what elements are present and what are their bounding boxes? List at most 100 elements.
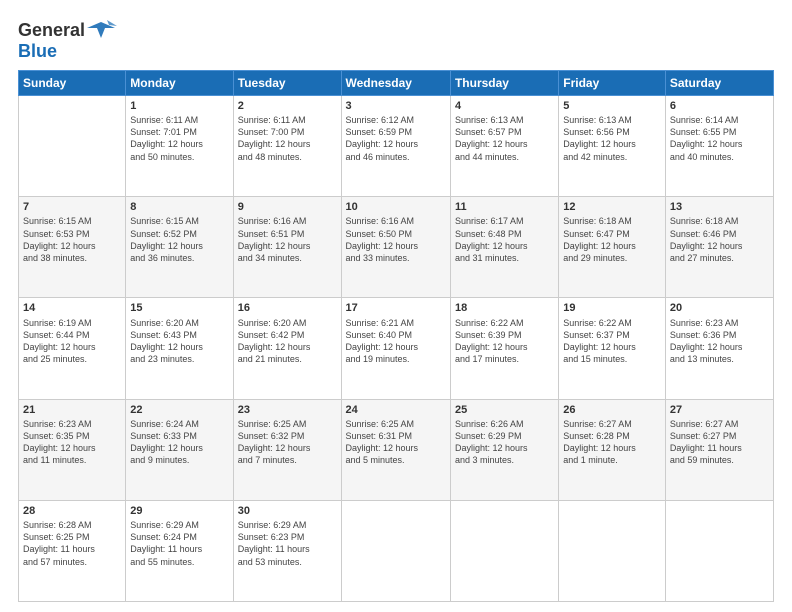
header: General Blue bbox=[18, 18, 774, 62]
calendar-cell: 27Sunrise: 6:27 AMSunset: 6:27 PMDayligh… bbox=[665, 399, 773, 500]
day-info: Sunrise: 6:25 AMSunset: 6:32 PMDaylight:… bbox=[238, 418, 337, 467]
day-info: Sunrise: 6:18 AMSunset: 6:46 PMDaylight:… bbox=[670, 215, 769, 264]
calendar-cell: 21Sunrise: 6:23 AMSunset: 6:35 PMDayligh… bbox=[19, 399, 126, 500]
calendar-cell: 29Sunrise: 6:29 AMSunset: 6:24 PMDayligh… bbox=[126, 500, 233, 601]
calendar-cell: 4Sunrise: 6:13 AMSunset: 6:57 PMDaylight… bbox=[450, 95, 558, 196]
weekday-header-tuesday: Tuesday bbox=[233, 70, 341, 95]
day-info: Sunrise: 6:24 AMSunset: 6:33 PMDaylight:… bbox=[130, 418, 228, 467]
weekday-header-monday: Monday bbox=[126, 70, 233, 95]
day-info: Sunrise: 6:12 AMSunset: 6:59 PMDaylight:… bbox=[346, 114, 446, 163]
calendar-cell: 30Sunrise: 6:29 AMSunset: 6:23 PMDayligh… bbox=[233, 500, 341, 601]
weekday-header-row: SundayMondayTuesdayWednesdayThursdayFrid… bbox=[19, 70, 774, 95]
day-info: Sunrise: 6:14 AMSunset: 6:55 PMDaylight:… bbox=[670, 114, 769, 163]
day-number: 30 bbox=[238, 504, 337, 519]
day-number: 10 bbox=[346, 200, 446, 215]
day-info: Sunrise: 6:26 AMSunset: 6:29 PMDaylight:… bbox=[455, 418, 554, 467]
day-info: Sunrise: 6:19 AMSunset: 6:44 PMDaylight:… bbox=[23, 317, 121, 366]
day-info: Sunrise: 6:11 AMSunset: 7:00 PMDaylight:… bbox=[238, 114, 337, 163]
calendar-cell bbox=[665, 500, 773, 601]
day-number: 9 bbox=[238, 200, 337, 215]
weekday-header-friday: Friday bbox=[559, 70, 666, 95]
day-info: Sunrise: 6:20 AMSunset: 6:42 PMDaylight:… bbox=[238, 317, 337, 366]
calendar-cell: 15Sunrise: 6:20 AMSunset: 6:43 PMDayligh… bbox=[126, 298, 233, 399]
day-info: Sunrise: 6:23 AMSunset: 6:35 PMDaylight:… bbox=[23, 418, 121, 467]
day-number: 3 bbox=[346, 99, 446, 114]
day-info: Sunrise: 6:13 AMSunset: 6:57 PMDaylight:… bbox=[455, 114, 554, 163]
day-number: 13 bbox=[670, 200, 769, 215]
day-number: 1 bbox=[130, 99, 228, 114]
day-info: Sunrise: 6:15 AMSunset: 6:52 PMDaylight:… bbox=[130, 215, 228, 264]
weekday-header-wednesday: Wednesday bbox=[341, 70, 450, 95]
day-number: 6 bbox=[670, 99, 769, 114]
day-number: 4 bbox=[455, 99, 554, 114]
day-info: Sunrise: 6:17 AMSunset: 6:48 PMDaylight:… bbox=[455, 215, 554, 264]
day-info: Sunrise: 6:25 AMSunset: 6:31 PMDaylight:… bbox=[346, 418, 446, 467]
day-info: Sunrise: 6:11 AMSunset: 7:01 PMDaylight:… bbox=[130, 114, 228, 163]
day-number: 20 bbox=[670, 301, 769, 316]
day-info: Sunrise: 6:29 AMSunset: 6:23 PMDaylight:… bbox=[238, 519, 337, 568]
day-number: 8 bbox=[130, 200, 228, 215]
calendar-cell bbox=[559, 500, 666, 601]
day-number: 15 bbox=[130, 301, 228, 316]
day-info: Sunrise: 6:15 AMSunset: 6:53 PMDaylight:… bbox=[23, 215, 121, 264]
day-number: 17 bbox=[346, 301, 446, 316]
calendar-cell: 19Sunrise: 6:22 AMSunset: 6:37 PMDayligh… bbox=[559, 298, 666, 399]
calendar-cell: 6Sunrise: 6:14 AMSunset: 6:55 PMDaylight… bbox=[665, 95, 773, 196]
day-info: Sunrise: 6:28 AMSunset: 6:25 PMDaylight:… bbox=[23, 519, 121, 568]
calendar-cell bbox=[19, 95, 126, 196]
day-info: Sunrise: 6:22 AMSunset: 6:37 PMDaylight:… bbox=[563, 317, 661, 366]
logo-bird-icon bbox=[87, 18, 117, 44]
day-number: 14 bbox=[23, 301, 121, 316]
calendar-cell: 1Sunrise: 6:11 AMSunset: 7:01 PMDaylight… bbox=[126, 95, 233, 196]
calendar-table: SundayMondayTuesdayWednesdayThursdayFrid… bbox=[18, 70, 774, 602]
logo: General Blue bbox=[18, 18, 117, 62]
calendar-cell: 8Sunrise: 6:15 AMSunset: 6:52 PMDaylight… bbox=[126, 197, 233, 298]
day-number: 16 bbox=[238, 301, 337, 316]
day-number: 21 bbox=[23, 403, 121, 418]
day-number: 28 bbox=[23, 504, 121, 519]
weekday-header-thursday: Thursday bbox=[450, 70, 558, 95]
calendar-cell: 20Sunrise: 6:23 AMSunset: 6:36 PMDayligh… bbox=[665, 298, 773, 399]
calendar-cell: 9Sunrise: 6:16 AMSunset: 6:51 PMDaylight… bbox=[233, 197, 341, 298]
calendar-cell: 10Sunrise: 6:16 AMSunset: 6:50 PMDayligh… bbox=[341, 197, 450, 298]
day-number: 24 bbox=[346, 403, 446, 418]
day-number: 23 bbox=[238, 403, 337, 418]
page: General Blue SundayMondayTuesdayWednesda… bbox=[0, 0, 792, 612]
weekday-header-saturday: Saturday bbox=[665, 70, 773, 95]
day-info: Sunrise: 6:29 AMSunset: 6:24 PMDaylight:… bbox=[130, 519, 228, 568]
calendar-cell bbox=[341, 500, 450, 601]
calendar-cell: 28Sunrise: 6:28 AMSunset: 6:25 PMDayligh… bbox=[19, 500, 126, 601]
calendar-cell: 3Sunrise: 6:12 AMSunset: 6:59 PMDaylight… bbox=[341, 95, 450, 196]
day-info: Sunrise: 6:20 AMSunset: 6:43 PMDaylight:… bbox=[130, 317, 228, 366]
day-number: 25 bbox=[455, 403, 554, 418]
calendar-cell: 14Sunrise: 6:19 AMSunset: 6:44 PMDayligh… bbox=[19, 298, 126, 399]
calendar-cell: 22Sunrise: 6:24 AMSunset: 6:33 PMDayligh… bbox=[126, 399, 233, 500]
calendar-cell: 11Sunrise: 6:17 AMSunset: 6:48 PMDayligh… bbox=[450, 197, 558, 298]
calendar-cell: 13Sunrise: 6:18 AMSunset: 6:46 PMDayligh… bbox=[665, 197, 773, 298]
day-info: Sunrise: 6:16 AMSunset: 6:50 PMDaylight:… bbox=[346, 215, 446, 264]
day-info: Sunrise: 6:16 AMSunset: 6:51 PMDaylight:… bbox=[238, 215, 337, 264]
logo-blue: Blue bbox=[18, 42, 117, 62]
calendar-cell: 18Sunrise: 6:22 AMSunset: 6:39 PMDayligh… bbox=[450, 298, 558, 399]
calendar-week-row: 14Sunrise: 6:19 AMSunset: 6:44 PMDayligh… bbox=[19, 298, 774, 399]
day-info: Sunrise: 6:13 AMSunset: 6:56 PMDaylight:… bbox=[563, 114, 661, 163]
day-info: Sunrise: 6:22 AMSunset: 6:39 PMDaylight:… bbox=[455, 317, 554, 366]
day-number: 29 bbox=[130, 504, 228, 519]
day-info: Sunrise: 6:23 AMSunset: 6:36 PMDaylight:… bbox=[670, 317, 769, 366]
day-number: 18 bbox=[455, 301, 554, 316]
calendar-cell: 24Sunrise: 6:25 AMSunset: 6:31 PMDayligh… bbox=[341, 399, 450, 500]
day-number: 12 bbox=[563, 200, 661, 215]
calendar-cell: 12Sunrise: 6:18 AMSunset: 6:47 PMDayligh… bbox=[559, 197, 666, 298]
day-number: 11 bbox=[455, 200, 554, 215]
calendar-cell: 5Sunrise: 6:13 AMSunset: 6:56 PMDaylight… bbox=[559, 95, 666, 196]
day-number: 22 bbox=[130, 403, 228, 418]
day-info: Sunrise: 6:18 AMSunset: 6:47 PMDaylight:… bbox=[563, 215, 661, 264]
calendar-cell: 7Sunrise: 6:15 AMSunset: 6:53 PMDaylight… bbox=[19, 197, 126, 298]
day-number: 19 bbox=[563, 301, 661, 316]
calendar-cell: 2Sunrise: 6:11 AMSunset: 7:00 PMDaylight… bbox=[233, 95, 341, 196]
calendar-week-row: 21Sunrise: 6:23 AMSunset: 6:35 PMDayligh… bbox=[19, 399, 774, 500]
logo-general: General bbox=[18, 21, 85, 41]
calendar-cell: 16Sunrise: 6:20 AMSunset: 6:42 PMDayligh… bbox=[233, 298, 341, 399]
day-number: 2 bbox=[238, 99, 337, 114]
day-number: 26 bbox=[563, 403, 661, 418]
